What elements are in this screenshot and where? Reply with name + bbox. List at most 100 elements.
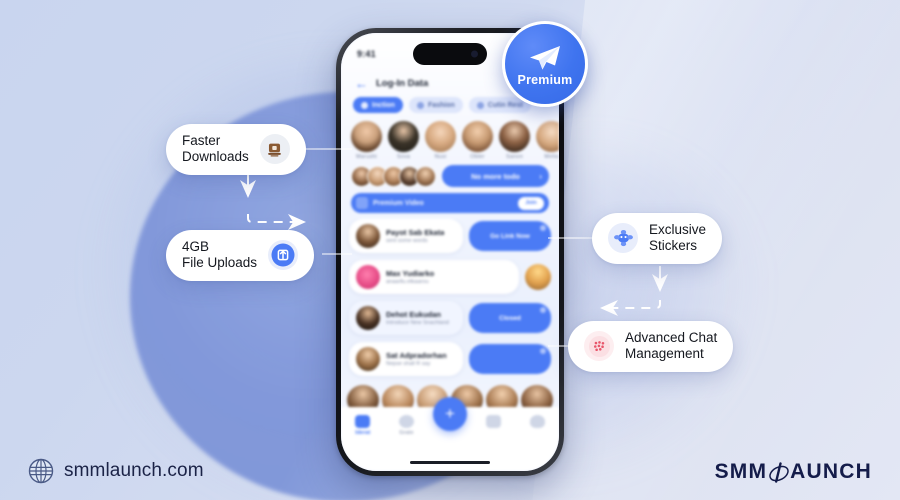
chat-name: Max Yudiarko <box>386 269 435 278</box>
avatar <box>462 121 493 152</box>
dot-icon <box>476 101 484 109</box>
feature-label: 4GB File Uploads <box>182 239 258 271</box>
dashed-arrow-right <box>247 214 306 230</box>
info-icon <box>540 225 546 231</box>
chat-subtitle: Introduce New Snachland <box>386 320 449 326</box>
chat-row[interactable]: Max Yudiarko anaarllu.etkaarou <box>349 260 551 294</box>
chat-action-label: Go Link Now <box>490 232 530 240</box>
story-item[interactable]: Melia <box>536 121 559 160</box>
filter-chip-label: Fashion <box>427 101 455 109</box>
footer-site[interactable]: smmlaunch.com <box>28 458 204 484</box>
story-name: Marushi <box>356 154 377 160</box>
dot-icon <box>416 101 424 109</box>
story-item[interactable]: Marushi <box>351 121 382 160</box>
tab-wallet[interactable] <box>472 415 516 428</box>
avatar <box>356 224 380 248</box>
premium-video-row[interactable]: Premium Video Join <box>351 193 549 213</box>
story-row: Marushi Sova Nusi Obler Sanon Melia <box>341 121 559 160</box>
story-item[interactable]: Sova <box>388 121 419 160</box>
group-avatars-row: No more todo › <box>351 163 549 189</box>
chat-row[interactable]: Sat Adpradorhan Nepse shall R say <box>349 342 551 376</box>
premium-badge[interactable]: Premium <box>502 21 588 107</box>
chat-card[interactable]: Payot Sab Ekata sent some words <box>349 219 463 253</box>
profile-icon <box>529 415 545 428</box>
logo-text-post: AUNCH <box>790 460 872 483</box>
group-action-button[interactable]: No more todo › <box>442 165 549 187</box>
tab-grate[interactable]: Grate <box>385 415 429 436</box>
filter-chip-0[interactable]: Inction <box>353 97 403 113</box>
tab-label: Grate <box>399 430 414 436</box>
chat-action-button[interactable]: Closed <box>469 303 551 333</box>
chat-card[interactable]: Dehot Eukudan Introduce New Snachland <box>349 301 463 335</box>
story-item[interactable]: Nusi <box>425 121 456 160</box>
premium-video-label: Premium Video <box>373 199 424 207</box>
chat-subtitle: Nepse shall R say <box>386 361 431 367</box>
filter-chip-label: Inction <box>372 101 395 109</box>
home-indicator <box>410 460 490 464</box>
front-camera-icon <box>471 50 478 58</box>
tab-iderat[interactable]: Iderat <box>341 415 385 436</box>
contacts-icon <box>398 415 414 428</box>
story-name: Obler <box>470 154 485 160</box>
chat-meta: Sat Adpradorhan Nepse shall R say <box>386 351 447 367</box>
join-button[interactable]: Join <box>518 196 544 210</box>
info-icon <box>540 348 546 354</box>
chat-row[interactable]: Payot Sab Ekata sent some words Go Link … <box>349 219 551 253</box>
logo-text-pre: SMM <box>714 460 768 483</box>
chat-name: Sat Adpradorhan <box>386 351 447 360</box>
feature-pill-advanced-chat-management[interactable]: Advanced Chat Management <box>568 321 734 372</box>
avatar <box>499 121 530 152</box>
avatar <box>388 121 419 152</box>
story-item[interactable]: Obler <box>462 121 493 160</box>
sticker-icon <box>608 223 638 254</box>
chat-card[interactable]: Max Yudiarko anaarllu.etkaarou <box>349 260 519 294</box>
avatar <box>525 264 551 290</box>
feature-pill-exclusive-stickers[interactable]: Exclusive Stickers <box>592 213 723 264</box>
dashed-arrow-left <box>600 300 661 316</box>
chat-meta: Dehot Eukudan Introduce New Snachland <box>386 310 449 326</box>
story-name: Nusi <box>434 154 447 160</box>
avatar <box>425 121 456 152</box>
feature-pill-faster-downloads[interactable]: Faster Downloads <box>166 124 306 175</box>
premium-badge-label: Premium <box>517 72 573 87</box>
upload-file-icon <box>268 240 299 271</box>
story-name: Sova <box>396 154 411 160</box>
footer-url: smmlaunch.com <box>64 460 204 481</box>
tab-profile[interactable] <box>515 415 559 428</box>
filter-chip-label: Cutin Rest <box>487 101 523 109</box>
chat-meta: Max Yudiarko anaarllu.etkaarou <box>386 269 434 285</box>
smmlaunch-logo: SMM AUNCH <box>715 460 872 484</box>
dot-icon <box>361 101 368 109</box>
compose-fab-button[interactable]: + <box>433 397 467 431</box>
telegram-plane-icon <box>530 45 560 69</box>
chat-action-label: Closed <box>499 314 521 322</box>
story-name: Sanon <box>506 154 523 160</box>
status-time: 9:41 <box>357 49 376 59</box>
story-name: Melia <box>544 154 559 160</box>
people-icon <box>356 197 368 209</box>
filter-chip-1[interactable]: Fashion <box>408 97 463 113</box>
chat-action-button[interactable] <box>469 344 551 374</box>
feature-label: Exclusive Stickers <box>649 222 707 254</box>
poster-canvas: 9:41 ← Log-In Data Inction Fashion Cutin… <box>0 0 900 500</box>
info-icon <box>540 307 546 313</box>
wallet-icon <box>486 415 502 428</box>
story-item[interactable]: Sanon <box>499 121 530 160</box>
tab-label: Iderat <box>355 430 371 436</box>
back-arrow-icon[interactable]: ← <box>355 77 368 90</box>
globe-icon <box>28 458 54 484</box>
chat-action-button[interactable]: Go Link Now <box>469 221 551 251</box>
avatar <box>356 347 380 371</box>
feature-pill-file-uploads[interactable]: 4GB File Uploads <box>166 230 315 281</box>
chat-name: Payot Sab Ekata <box>386 228 445 237</box>
avatar-stack <box>351 165 436 187</box>
chat-card[interactable]: Sat Adpradorhan Nepse shall R say <box>349 342 463 376</box>
avatar <box>536 121 559 152</box>
chat-subtitle: sent some words <box>386 238 428 244</box>
phone-nav-title: Log-In Data <box>376 77 429 89</box>
chat-row[interactable]: Dehot Eukudan Introduce New Snachland Cl… <box>349 301 551 335</box>
dynamic-island <box>413 43 487 65</box>
group-action-label: No more todo <box>471 171 520 181</box>
footer-watermark: SMM AUNCH <box>715 460 872 484</box>
download-box-icon <box>259 134 290 165</box>
